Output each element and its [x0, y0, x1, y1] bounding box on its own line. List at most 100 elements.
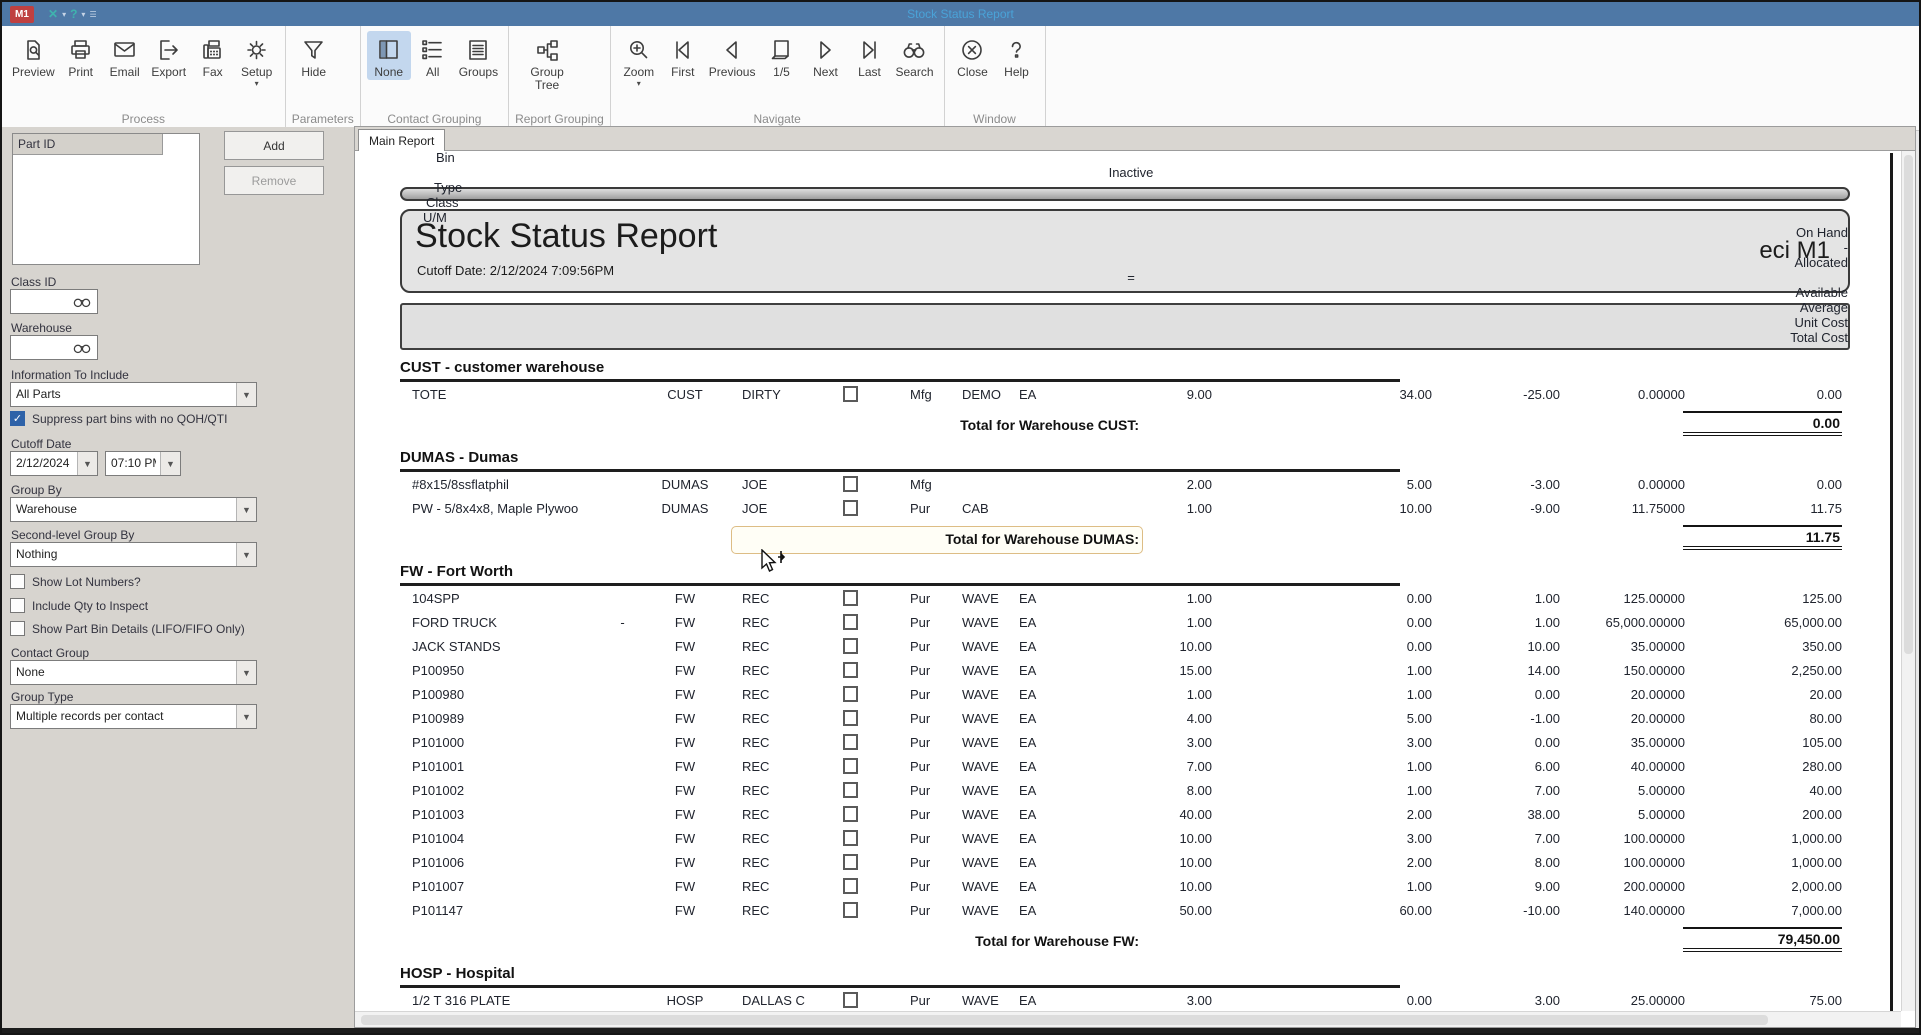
inactive-checkbox[interactable]	[843, 614, 858, 630]
binoculars-icon	[901, 34, 928, 66]
chevron-down-icon[interactable]: ▼	[236, 383, 256, 406]
inactive-checkbox[interactable]	[843, 590, 858, 606]
chevron-down-icon[interactable]: ▼	[236, 498, 256, 521]
cell: REC	[720, 783, 810, 798]
part-id-list[interactable]: Part ID	[12, 133, 200, 265]
cell: REC	[720, 903, 810, 918]
inactive-checkbox[interactable]	[843, 830, 858, 846]
inactive-checkbox[interactable]	[843, 806, 858, 822]
export-button[interactable]: Export	[147, 31, 191, 80]
chevron-down-icon[interactable]: ▼	[236, 661, 256, 684]
inactive-checkbox[interactable]	[843, 662, 858, 678]
group-by-select[interactable]: Warehouse ▼	[10, 497, 257, 522]
chevron-down-icon[interactable]: ▾	[81, 10, 85, 19]
warehouse-field[interactable]	[10, 335, 98, 360]
group-tree-button[interactable]: Group Tree	[515, 31, 579, 93]
info-include-select[interactable]: All Parts ▼	[10, 382, 257, 407]
tab-main-report[interactable]: Main Report	[358, 129, 445, 151]
inactive-checkbox[interactable]	[843, 476, 858, 492]
add-button[interactable]: Add	[224, 131, 324, 160]
next-button[interactable]: Next	[803, 31, 847, 80]
cell: 9.00	[1060, 387, 1212, 402]
none-button[interactable]: None	[367, 31, 411, 80]
show-lot-checkbox-row[interactable]: Show Lot Numbers?	[10, 574, 141, 589]
customize-toolbar-icon[interactable]: ☰	[89, 10, 96, 19]
chevron-down-icon[interactable]: ▼	[236, 705, 256, 728]
show-bin-details-checkbox[interactable]	[10, 621, 25, 636]
setup-button[interactable]: Setup▾	[235, 31, 279, 89]
inactive-checkbox[interactable]	[843, 992, 858, 1008]
cell-inactive	[810, 806, 890, 822]
cell: FW	[650, 663, 720, 678]
inactive-checkbox[interactable]	[843, 854, 858, 870]
cell: 1.00	[1360, 759, 1432, 774]
chevron-down-icon[interactable]: ▾	[637, 79, 641, 88]
second-group-select[interactable]: Nothing ▼	[10, 542, 257, 567]
preview-button[interactable]: Preview	[8, 31, 59, 80]
button-label: Preview	[12, 66, 55, 79]
inactive-checkbox[interactable]	[843, 386, 858, 402]
inactive-checkbox[interactable]	[843, 758, 858, 774]
chevron-down-icon[interactable]: ▾	[255, 79, 259, 88]
inactive-checkbox[interactable]	[843, 782, 858, 798]
class-id-field[interactable]	[10, 289, 98, 314]
fax-button[interactable]: Fax	[191, 31, 235, 80]
inactive-checkbox[interactable]	[843, 734, 858, 750]
include-qty-checkbox-row[interactable]: Include Qty to Inspect	[10, 598, 148, 613]
previous-button[interactable]: Previous	[705, 31, 760, 80]
contact-group-select[interactable]: None ▼	[10, 660, 257, 685]
horizontal-scrollbar[interactable]	[355, 1011, 1901, 1027]
cell-inactive	[810, 878, 890, 894]
binoculars-icon[interactable]	[69, 338, 95, 357]
scissors-icon[interactable]: ✕	[48, 7, 58, 21]
fax-icon	[199, 34, 226, 66]
vertical-scrollbar-thumb[interactable]	[1904, 155, 1913, 654]
report-table-body: CUST - customer warehouseTOTECUSTDIRTYMf…	[400, 350, 1850, 1011]
cutoff-time-select[interactable]: 07:10 PM ▼	[105, 451, 181, 476]
last-button[interactable]: Last	[847, 31, 891, 80]
inactive-checkbox[interactable]	[843, 710, 858, 726]
printer-icon	[67, 34, 94, 66]
show-bin-details-checkbox-row[interactable]: Show Part Bin Details (LIFO/FIFO Only)	[10, 621, 245, 636]
show-lot-checkbox[interactable]	[10, 574, 25, 589]
close-button[interactable]: Close	[951, 31, 995, 80]
horizontal-scrollbar-thumb[interactable]	[361, 1015, 1768, 1025]
groups-button[interactable]: Groups	[455, 31, 502, 80]
chevron-down-icon[interactable]: ▾	[62, 10, 66, 19]
print-button[interactable]: Print	[59, 31, 103, 80]
cell: 10.00	[1360, 501, 1432, 516]
chevron-down-icon[interactable]: ▼	[236, 543, 256, 566]
column-header-on-hand: On Hand	[414, 225, 1848, 240]
cell: 0.00000	[1560, 387, 1685, 402]
hide-button[interactable]: Hide	[292, 31, 336, 80]
suppress-bins-checkbox-row[interactable]: ✓ Suppress part bins with no QOH/QTI	[10, 411, 227, 426]
vertical-scrollbar[interactable]	[1901, 151, 1915, 1011]
suppress-bins-checkbox[interactable]: ✓	[10, 411, 25, 426]
zoom-button[interactable]: Zoom▾	[617, 31, 661, 89]
first-button[interactable]: First	[661, 31, 705, 80]
group-type-select[interactable]: Multiple records per contact ▼	[10, 704, 257, 729]
search-button[interactable]: Search	[891, 31, 937, 80]
chevron-down-icon[interactable]: ▼	[160, 452, 180, 475]
inactive-checkbox[interactable]	[843, 638, 858, 654]
cell: 20.00000	[1560, 711, 1685, 726]
chevron-down-icon[interactable]: ▼	[77, 452, 97, 475]
inactive-checkbox[interactable]	[843, 878, 858, 894]
report-viewer[interactable]: Stock Status Report Cutoff Date: 2/12/20…	[355, 151, 1901, 1011]
all-button[interactable]: All	[411, 31, 455, 80]
remove-button[interactable]: Remove	[224, 166, 324, 195]
cutoff-date-select[interactable]: 2/12/2024 ▼	[10, 451, 98, 476]
cell: 50.00	[1060, 903, 1212, 918]
inactive-checkbox[interactable]	[843, 902, 858, 918]
inactive-checkbox[interactable]	[843, 500, 858, 516]
cell: -1.00	[1485, 711, 1560, 726]
question-icon[interactable]: ?	[70, 7, 77, 21]
inactive-checkbox[interactable]	[843, 686, 858, 702]
cell: 8.00	[1485, 855, 1560, 870]
binoculars-icon[interactable]	[69, 292, 95, 311]
email-button[interactable]: Email	[103, 31, 147, 80]
1-5-button[interactable]: 1/5	[759, 31, 803, 80]
help-button[interactable]: Help	[995, 31, 1039, 80]
include-qty-checkbox[interactable]	[10, 598, 25, 613]
cell: Pur	[890, 759, 950, 774]
